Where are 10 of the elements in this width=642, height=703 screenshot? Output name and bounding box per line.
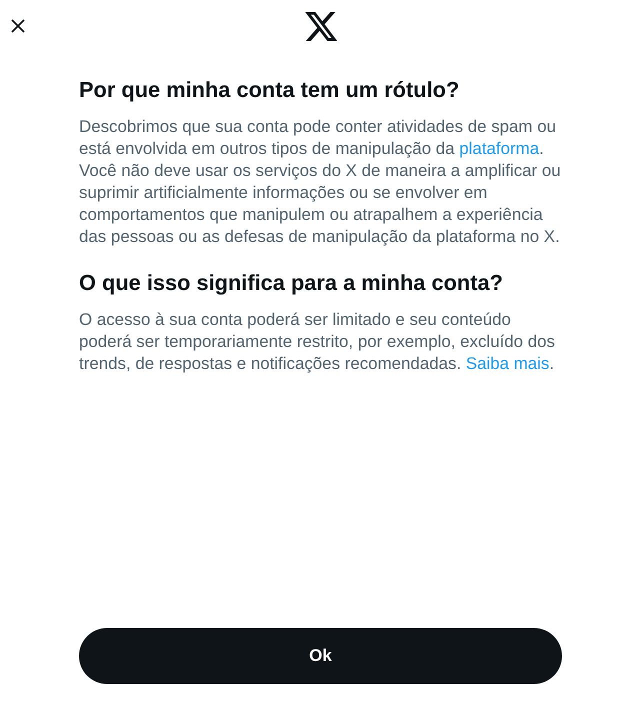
- body-paragraph: Descobrimos que sua conta pode conter atividades de spam ou está envolvida em outros tipos de manipulação da plataforma. Você não deve usar os serviços do X de maneira a amplificar ou suprimir artificialmente informações ou se envolver em comportamentos que manipulem ou atrapalhem a experiência das pessoas ou as defesas de manipulação da plataforma no X.: [79, 116, 562, 248]
- close-button[interactable]: [11, 19, 25, 33]
- ok-button[interactable]: Ok: [79, 628, 562, 684]
- text-link[interactable]: Saiba mais: [466, 354, 550, 373]
- section-heading: O que isso significa para a minha conta?: [79, 271, 504, 295]
- section-heading: Por que minha conta tem um rótulo?: [79, 78, 460, 102]
- body-paragraph: O acesso à sua conta poderá ser limitado e seu conteúdo poderá ser temporariamente restrito, por exemplo, excluído dos trends, de respostas e notificações recomendadas. Saiba mais.: [79, 309, 556, 375]
- x-logo-icon: [305, 12, 337, 40]
- text-link[interactable]: plataforma: [459, 139, 540, 158]
- close-icon: [11, 19, 25, 33]
